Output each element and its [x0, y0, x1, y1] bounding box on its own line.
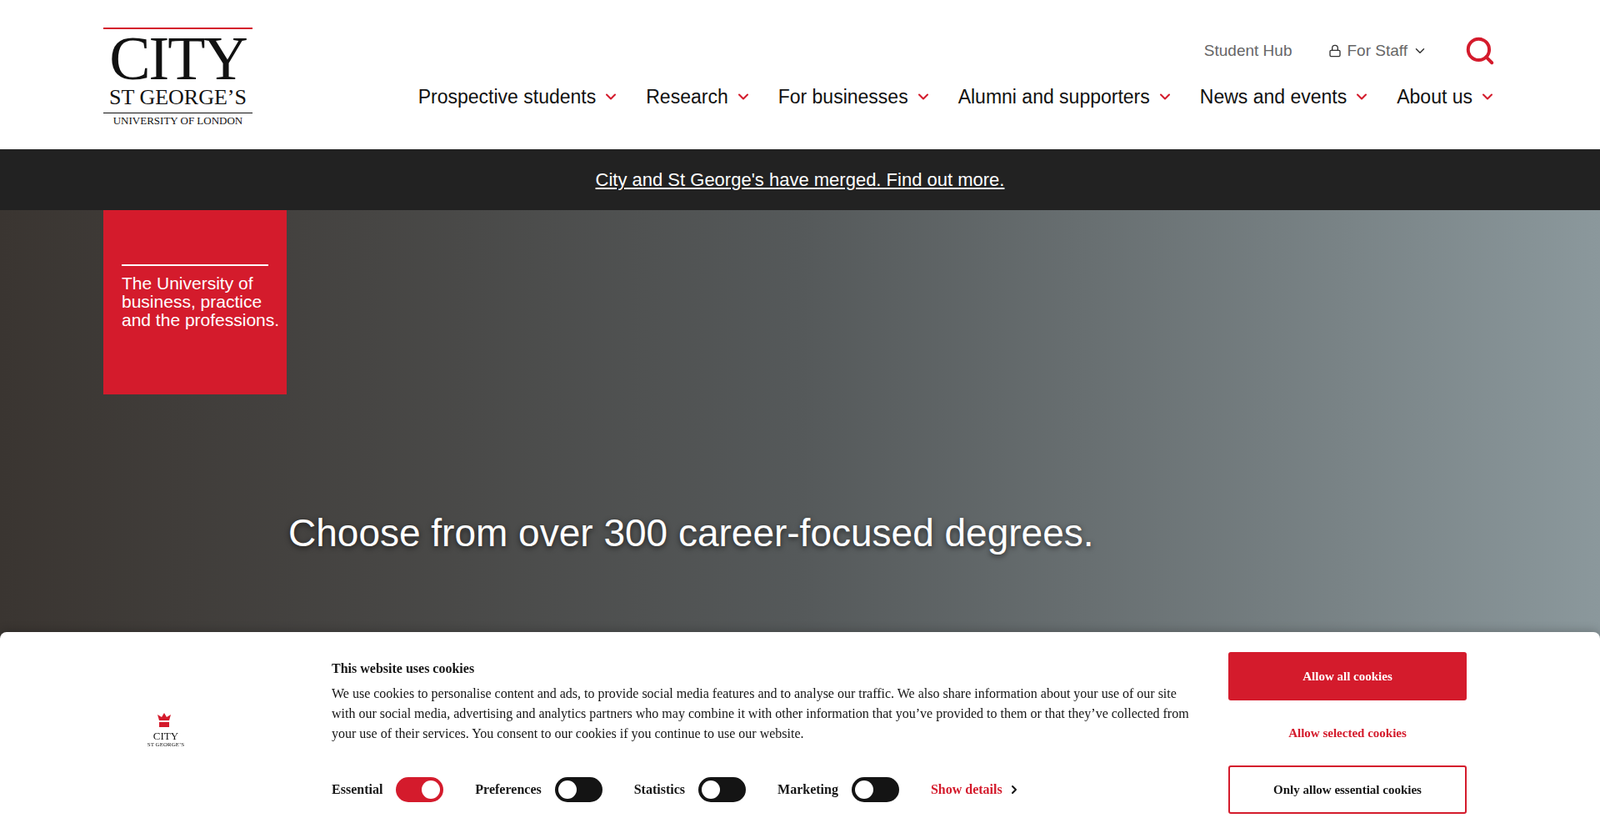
logo-tagline: UNIVERSITY OF LONDON — [113, 113, 244, 129]
nav-item[interactable]: Research — [645, 82, 751, 112]
utility-bar: Student Hub For Staff — [1204, 25, 1496, 76]
cookie-toggles: Essential Preferences Statistics Marketing S… — [331, 776, 1192, 802]
chevron-right-icon — [1007, 782, 1021, 796]
nav-item[interactable]: About us — [1396, 82, 1496, 112]
crest-icon — [155, 711, 174, 729]
chevron-down-icon — [1479, 88, 1496, 105]
announcement-banner: City and St George's have merged. Find o… — [0, 149, 1600, 210]
cookie-logo-subtitle: ST GEORGE’S — [147, 740, 185, 748]
toggle-knob — [855, 780, 874, 799]
chevron-down-icon — [1412, 43, 1428, 59]
show-details-link[interactable]: Show details — [930, 779, 1021, 800]
site-header: CITYST GEORGE’S UNIVERSITY OF LONDON Stude… — [0, 0, 1600, 150]
hero-headline: Choose from over 300 career-focused degr… — [288, 504, 1600, 562]
chevron-down-icon — [735, 88, 752, 105]
cookie-title: This website uses cookies — [331, 658, 1192, 679]
cookie-text: We use cookies to personalise content an… — [331, 683, 1192, 744]
badge-text: The University ofbusiness, practiceand t… — [121, 274, 269, 330]
nav-item[interactable]: For businesses — [778, 82, 932, 112]
logo-subtitle: ST GEORGE’S — [109, 85, 247, 110]
hero-badge: The University ofbusiness, practiceand t… — [103, 210, 287, 395]
page: CITYST GEORGE’SUNIVERSITY OF LONDONStude… — [0, 0, 1600, 828]
header-right: Student Hub For Staff Prospective students… — [418, 0, 1496, 150]
nav-item[interactable]: News and events — [1200, 82, 1370, 112]
utility-link[interactable]: Student Hub — [1204, 39, 1293, 64]
toggle-track[interactable] — [555, 776, 603, 802]
cookie-toggle[interactable]: Essential — [331, 776, 444, 802]
cookie-buttons: Allow all cookies Allow selected cookies O… — [1228, 631, 1467, 828]
toggle-knob — [421, 780, 440, 799]
cookie-button[interactable]: Only allow essential cookies — [1228, 765, 1467, 814]
announcement-link[interactable]: City and St George's have merged. Find o… — [595, 165, 1005, 194]
toggle-track[interactable] — [698, 776, 746, 802]
logo[interactable]: CITYST GEORGE’S UNIVERSITY OF LONDON — [103, 0, 253, 150]
cookie-toggle[interactable]: Statistics — [634, 776, 746, 802]
cookie-toggle[interactable]: Marketing — [777, 776, 900, 802]
main-nav: Prospective students Research For business… — [418, 82, 1496, 112]
cookie-banner: CITYST GEORGE’SThis website uses cookies… — [0, 631, 1600, 828]
utility-link[interactable]: For Staff — [1328, 39, 1428, 64]
nav-item[interactable]: Prospective students — [418, 82, 620, 112]
chevron-down-icon — [1156, 88, 1174, 105]
logo-divider — [103, 112, 253, 114]
toggle-track[interactable] — [395, 776, 444, 802]
chevron-down-icon — [1353, 88, 1370, 105]
chevron-down-icon — [915, 88, 932, 105]
lock-icon — [1328, 44, 1342, 58]
nav-item[interactable]: Alumni and supporters — [958, 82, 1174, 112]
toggle-track[interactable] — [851, 776, 900, 802]
search-icon[interactable] — [1464, 35, 1496, 67]
cookie-toggle[interactable]: Preferences — [475, 776, 602, 802]
cookie-button[interactable]: Allow all cookies — [1228, 651, 1467, 700]
logo-title: CITY — [109, 32, 247, 85]
logo-rule — [103, 27, 253, 30]
cookie-content: This website uses cookies We use cookies … — [331, 631, 1192, 828]
cookie-logo: CITYST GEORGE’S — [0, 631, 332, 828]
cookie-logo-title: CITY — [153, 730, 179, 741]
badge-rule — [121, 264, 269, 266]
cookie-button[interactable]: Allow selected cookies — [1228, 708, 1467, 757]
toggle-knob — [558, 780, 577, 799]
toggle-knob — [701, 780, 720, 799]
chevron-down-icon — [602, 88, 620, 105]
